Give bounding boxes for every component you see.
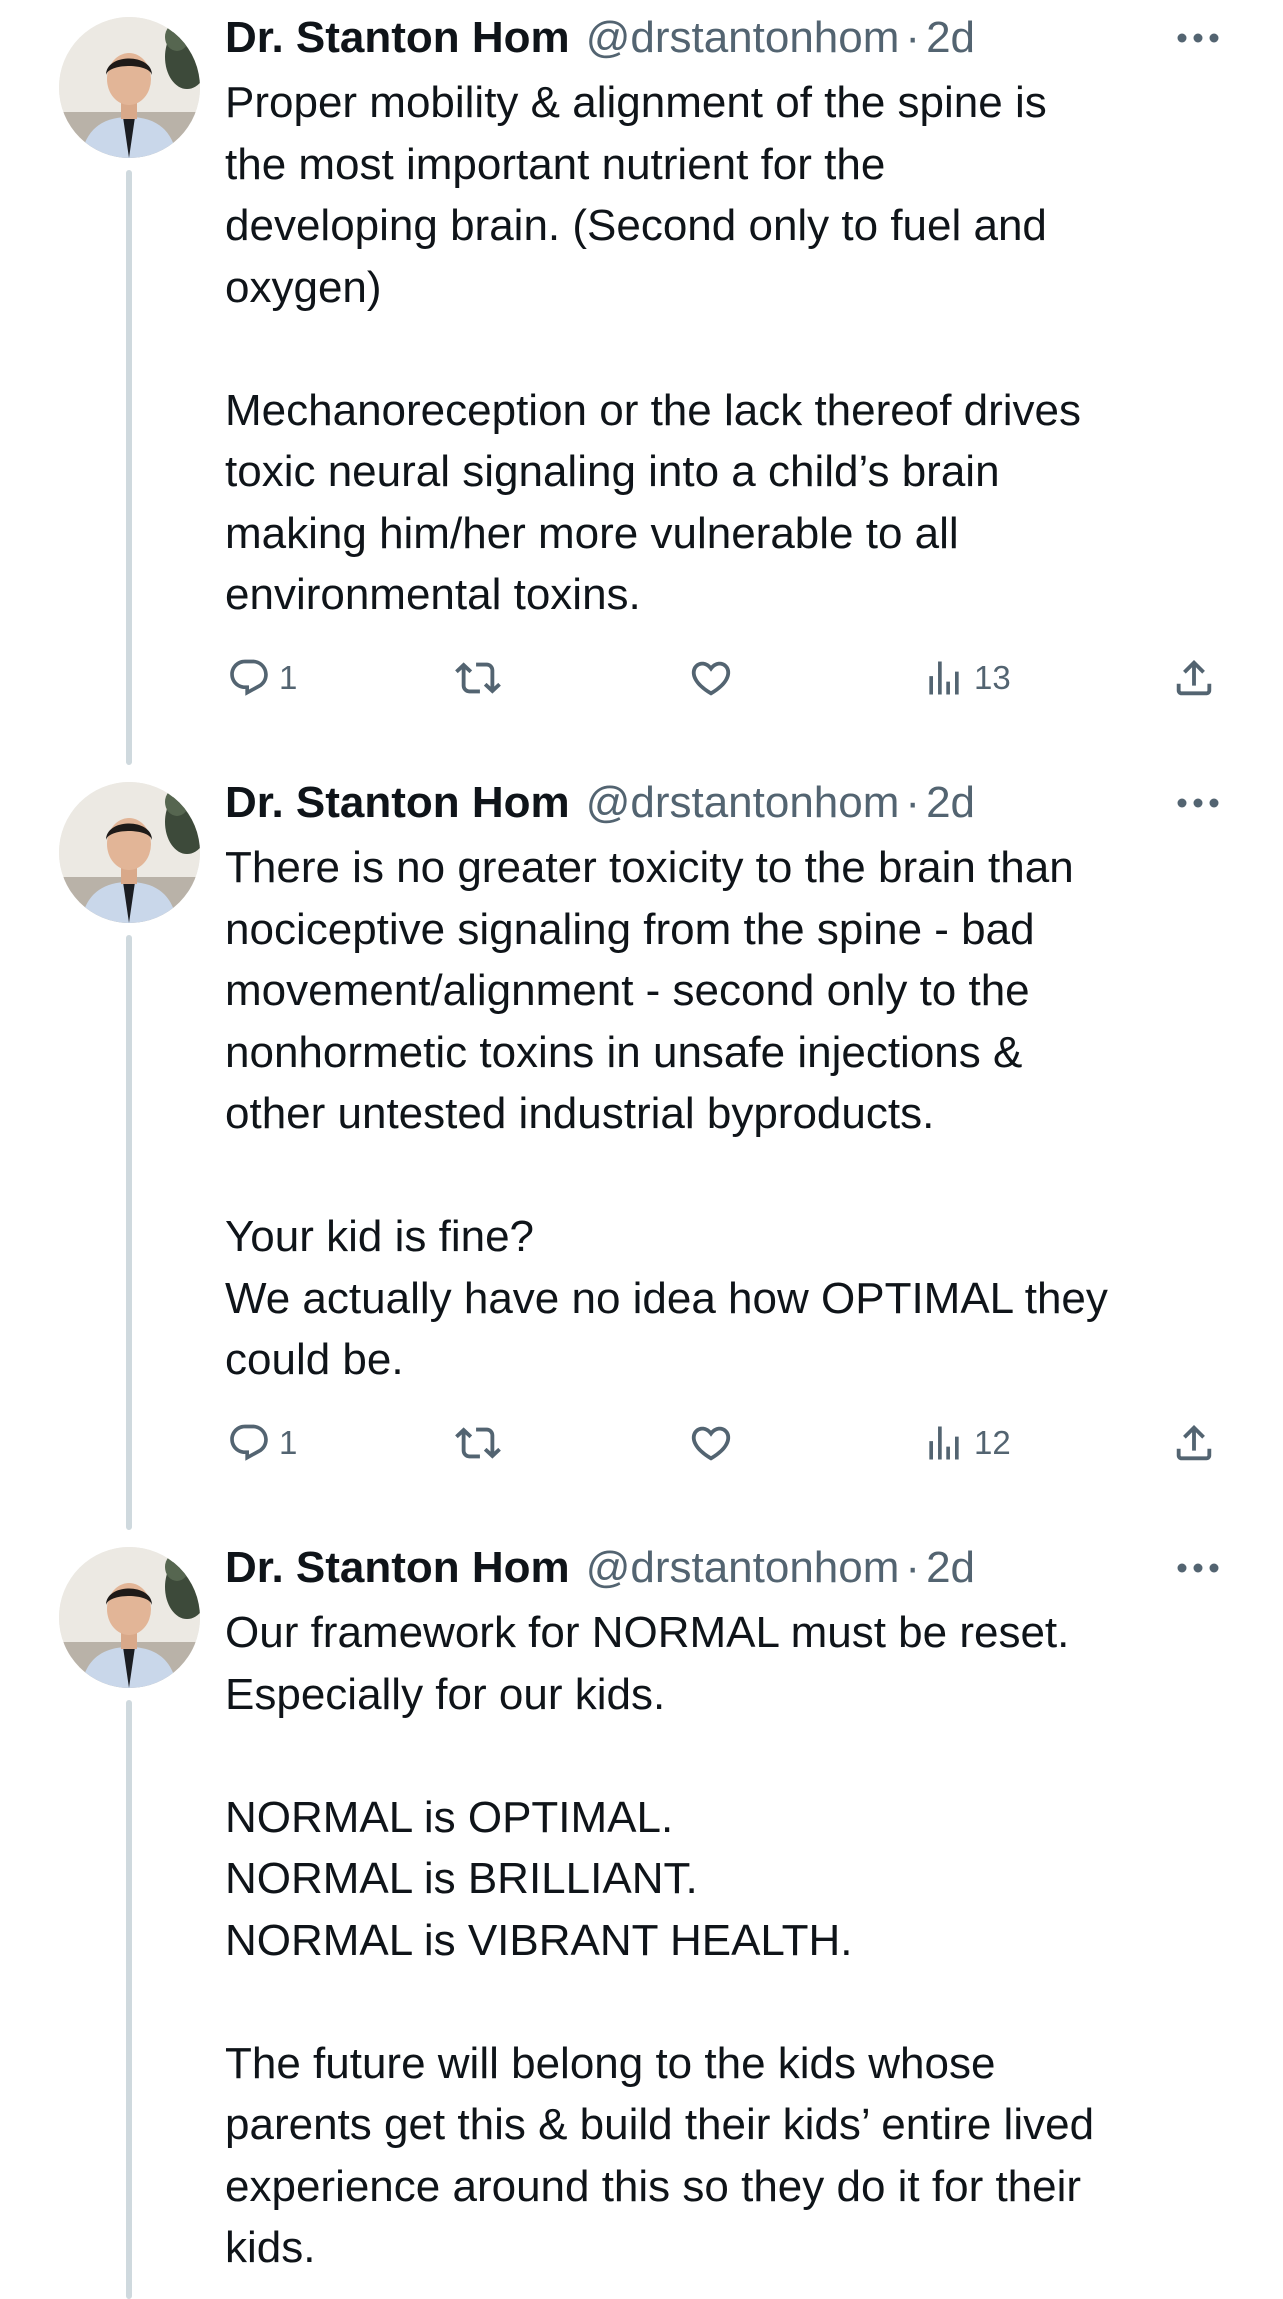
text-line: kids.	[225, 2223, 316, 2272]
tweet-paragraph: Your kid is fine? We actually have no id…	[225, 1206, 1235, 1391]
tweet-header: Dr. Stanton Hom @drstantonhom · 2d	[225, 1538, 975, 1598]
tweet[interactable]: Dr. Stanton Hom @drstantonhom · 2d Our f…	[0, 1530, 1283, 2299]
separator-dot: ·	[905, 13, 921, 62]
separator-dot: ·	[905, 778, 921, 827]
like-button[interactable]	[688, 648, 734, 708]
text-line: NORMAL is OPTIMAL.	[225, 1792, 674, 1842]
thread-connector-line	[126, 935, 132, 1530]
like-button[interactable]	[688, 1413, 734, 1473]
tweet-paragraph: NORMAL is OPTIMAL. NORMAL is BRILLIANT. …	[225, 1787, 1235, 1972]
text-line: movement/alignment - second only to the	[225, 966, 1030, 1015]
views-bar-chart-icon	[922, 1421, 966, 1465]
tweet-header: Dr. Stanton Hom @drstantonhom · 2d	[225, 773, 975, 833]
reply-button[interactable]: 1	[227, 648, 297, 708]
text-line: parents get this & build their kids’ ent…	[225, 2100, 1095, 2149]
author-handle[interactable]: @drstantonhom	[586, 778, 900, 828]
reply-bubble-icon	[227, 1421, 271, 1465]
tweet-text: There is no greater toxicity to the brai…	[225, 837, 1235, 1391]
text-line: nociceptive signaling from the spine - b…	[225, 904, 1035, 954]
thread-connector-line	[126, 1700, 132, 2299]
views-count: 12	[974, 1424, 1011, 1461]
share-upload-icon	[1171, 655, 1217, 701]
text-line: Mechanoreception or the lack thereof dri…	[225, 385, 1082, 435]
text-line: could be.	[225, 1335, 404, 1384]
author-name[interactable]: Dr. Stanton Hom	[225, 778, 570, 828]
views-button[interactable]: 13	[922, 648, 1011, 708]
tweet-paragraph: Our framework for NORMAL must be reset. …	[225, 1602, 1235, 1725]
timestamp[interactable]: 2d	[926, 778, 975, 828]
text-line: Your kid is fine?	[225, 1212, 535, 1261]
avatar[interactable]	[59, 1547, 200, 1688]
text-line: making him/her more vulnerable to all	[225, 508, 959, 558]
retweet-button[interactable]	[455, 648, 501, 708]
separator-dot: ·	[905, 1543, 921, 1592]
tweet-actions: 1 12	[225, 1413, 1235, 1473]
share-button[interactable]	[1171, 648, 1217, 708]
tweet-text: Proper mobility & alignment of the spine…	[225, 72, 1235, 626]
tweet-paragraph: There is no greater toxicity to the brai…	[225, 837, 1235, 1145]
text-line: experience around this so they do it for…	[225, 2161, 1082, 2211]
tweet-actions: 1 13	[225, 648, 1235, 708]
text-line: We actually have no idea how OPTIMAL the…	[225, 1273, 1108, 1323]
text-line: NORMAL is VIBRANT HEALTH.	[225, 1915, 853, 1965]
text-line: Proper mobility & alignment of the spine…	[225, 78, 1047, 127]
avatar[interactable]	[59, 782, 200, 923]
tweet[interactable]: Dr. Stanton Hom @drstantonhom · 2d There…	[0, 765, 1283, 1530]
retweet-button[interactable]	[455, 1413, 501, 1473]
tweet-text: Our framework for NORMAL must be reset. …	[225, 1602, 1235, 2279]
author-handle[interactable]: @drstantonhom	[586, 13, 900, 63]
heart-icon	[688, 655, 734, 701]
tweet-paragraph: Mechanoreception or the lack thereof dri…	[225, 380, 1235, 626]
retweet-icon	[455, 655, 501, 701]
views-count: 13	[974, 659, 1011, 696]
tweet[interactable]: Dr. Stanton Hom @drstantonhom · 2d Prope…	[0, 0, 1283, 765]
tweet-paragraph: Proper mobility & alignment of the spine…	[225, 72, 1235, 318]
more-horizontal-icon	[1176, 797, 1220, 809]
reply-button[interactable]: 1	[227, 1413, 297, 1473]
more-horizontal-icon	[1176, 32, 1220, 44]
views-button[interactable]: 12	[922, 1413, 1011, 1473]
author-handle[interactable]: @drstantonhom	[586, 1543, 900, 1593]
timestamp[interactable]: 2d	[926, 13, 975, 63]
text-line: The future will belong to the kids whose	[225, 2038, 996, 2088]
text-line: There is no greater toxicity to the brai…	[225, 843, 1074, 892]
text-line: NORMAL is BRILLIANT.	[225, 1854, 698, 1903]
thread-connector-line	[126, 170, 132, 765]
tweet-paragraph: The future will belong to the kids whose…	[225, 2033, 1235, 2279]
share-button[interactable]	[1171, 1413, 1217, 1473]
author-name[interactable]: Dr. Stanton Hom	[225, 1543, 570, 1593]
more-options-button[interactable]	[1170, 785, 1226, 821]
tweet-header: Dr. Stanton Hom @drstantonhom · 2d	[225, 8, 975, 68]
text-line: toxic neural signaling into a child’s br…	[225, 447, 1000, 496]
reply-count: 1	[279, 1424, 298, 1461]
views-bar-chart-icon	[922, 656, 966, 700]
more-options-button[interactable]	[1170, 20, 1226, 56]
more-horizontal-icon	[1176, 1562, 1220, 1574]
text-line: the most important nutrient for the	[225, 139, 886, 189]
retweet-icon	[455, 1420, 501, 1466]
avatar[interactable]	[59, 17, 200, 158]
share-upload-icon	[1171, 1420, 1217, 1466]
more-options-button[interactable]	[1170, 1550, 1226, 1586]
text-line: developing brain. (Second only to fuel a…	[225, 201, 1047, 250]
reply-count: 1	[279, 659, 298, 696]
author-name[interactable]: Dr. Stanton Hom	[225, 13, 570, 63]
text-line: environmental toxins.	[225, 570, 641, 619]
timestamp[interactable]: 2d	[926, 1543, 975, 1593]
heart-icon	[688, 1420, 734, 1466]
reply-bubble-icon	[227, 656, 271, 700]
text-line: other untested industrial byproducts.	[225, 1089, 935, 1138]
text-line: Especially for our kids.	[225, 1669, 666, 1719]
text-line: nonhormetic toxins in unsafe injections …	[225, 1027, 1023, 1077]
text-line: Our framework for NORMAL must be reset.	[225, 1608, 1070, 1657]
text-line: oxygen)	[225, 262, 382, 312]
tweet-thread: Dr. Stanton Hom @drstantonhom · 2d Prope…	[0, 0, 1283, 2299]
